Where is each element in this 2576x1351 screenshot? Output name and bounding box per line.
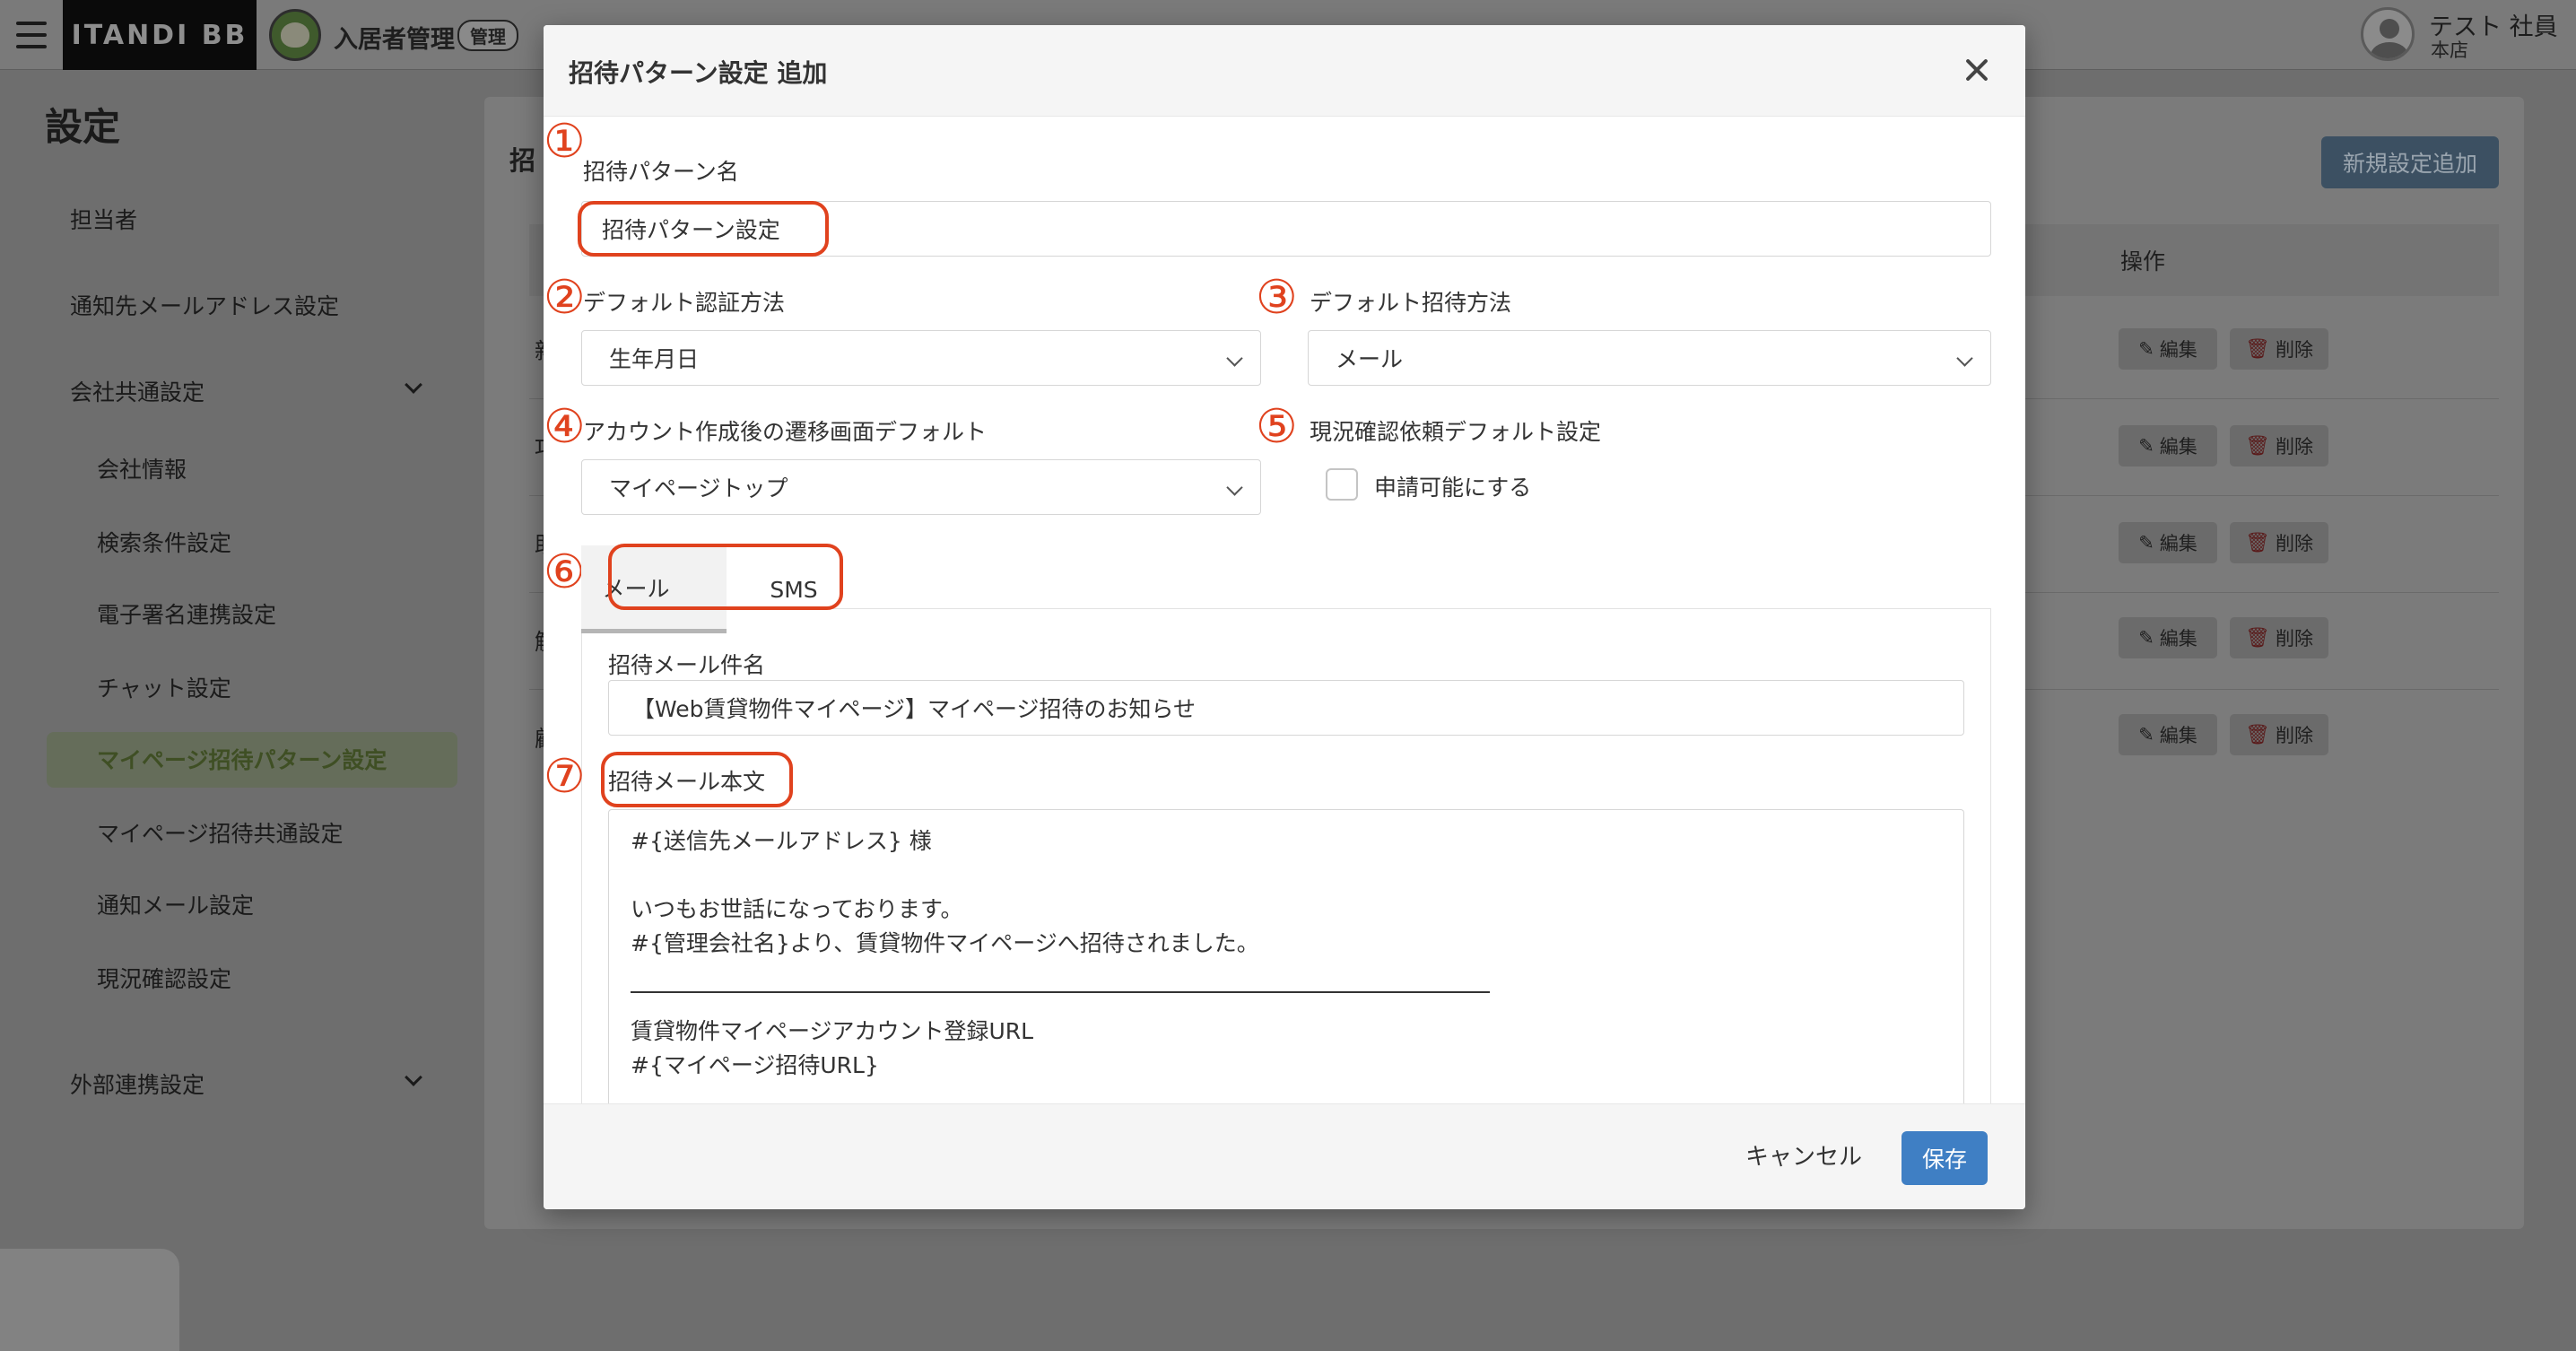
edit-button[interactable]: ✎ 編集 [2119,714,2217,755]
body-label: 招待メール本文 [608,769,766,795]
pencil-icon: ✎ [2138,338,2154,360]
trash-icon: 🗑 [2245,337,2270,361]
user-avatar-icon[interactable] [2361,7,2415,61]
new-setting-button[interactable]: 新規設定追加 [2321,136,2499,188]
annotation-marker-4: ④ [544,400,586,454]
trash-icon: 🗑 [2245,531,2270,554]
sidebar-item-chat[interactable]: チャット設定 [97,671,231,703]
body-divider [631,991,1490,993]
edit-button[interactable]: ✎ 編集 [2119,617,2217,658]
auth-method-label: デフォルト認証方法 [583,290,786,316]
redirect-label: アカウント作成後の遷移画面デフォルト [583,419,988,445]
modal-title: 招待パターン設定 追加 [569,58,828,88]
cancel-button[interactable]: キャンセル [1745,1138,1862,1172]
sidebar-item-search-conditions[interactable]: 検索条件設定 [97,526,231,558]
annotation-marker-3: ③ [1256,271,1298,325]
delete-button[interactable]: 🗑 削除 [2230,617,2328,658]
subject-input[interactable]: 【Web賃貸物件マイページ】マイページ招待のお知らせ [608,680,1964,736]
sidebar-item-staff[interactable]: 担当者 [70,203,137,235]
auth-method-select[interactable]: 生年月日 [581,330,1261,386]
sidebar-item-status-check[interactable]: 現況確認設定 [97,962,231,994]
pencil-icon: ✎ [2138,532,2154,553]
annotation-marker-7: ⑦ [544,750,586,804]
modal-header: 招待パターン設定 追加 [544,25,2025,117]
annotation-marker-5: ⑤ [1256,400,1298,454]
trash-icon: 🗑 [2245,434,2270,458]
modal-footer: キャンセル 保存 [544,1103,2025,1209]
delete-button[interactable]: 🗑 削除 [2230,425,2328,466]
sidebar-title: 設定 [45,105,121,149]
edit-button[interactable]: ✎ 編集 [2119,425,2217,466]
pencil-icon: ✎ [2138,435,2154,457]
sidebar-item-notification-mail[interactable]: 通知メール設定 [97,888,254,920]
sidebar-item-invite-common[interactable]: マイページ招待共通設定 [97,816,344,849]
close-icon[interactable] [1959,52,1995,88]
service-badge: 管理 [457,20,518,51]
status-check-checkbox-label[interactable]: 申請可能にする [1374,470,1531,502]
sidebar-item-notification-email[interactable]: 通知先メールアドレス設定 [70,289,339,321]
redirect-select[interactable]: マイページトップ [581,459,1261,515]
pencil-icon: ✎ [2138,724,2154,745]
hamburger-menu-icon[interactable] [0,0,63,70]
user-store: 本店 [2431,39,2468,61]
delete-button[interactable]: 🗑 削除 [2230,714,2328,755]
delete-button[interactable]: 🗑 削除 [2230,522,2328,563]
chat-widget-tab[interactable] [0,1249,179,1351]
trash-icon: 🗑 [2245,723,2270,746]
delete-button[interactable]: 🗑 削除 [2230,328,2328,370]
subject-label: 招待メール件名 [608,652,766,678]
chevron-down-icon[interactable] [405,376,422,394]
service-name[interactable]: 入居者管理 [334,20,455,55]
chevron-down-icon [1226,350,1243,367]
invite-method-label: デフォルト招待方法 [1310,290,1512,316]
pencil-icon: ✎ [2138,627,2154,649]
chevron-down-icon[interactable] [405,1068,422,1086]
sidebar-item-company-info[interactable]: 会社情報 [97,452,187,484]
body-textarea[interactable]: #{送信先メールアドレス} 様 いつもお世話になっております。 #{管理会社名}… [608,809,1964,1132]
save-button[interactable]: 保存 [1902,1131,1988,1185]
status-check-checkbox[interactable] [1326,468,1358,501]
annotation-marker-6: ⑥ [544,545,586,599]
pattern-name-label: 招待パターン名 [583,159,739,185]
trash-icon: 🗑 [2245,626,2270,649]
annotation-marker-1: ① [544,115,586,169]
content-title: 招 [509,145,536,176]
column-header-actions: 操作 [2120,248,2166,275]
chevron-down-icon [1226,479,1243,496]
sidebar-item-invite-pattern[interactable]: マイページ招待パターン設定 [47,732,457,788]
chevron-down-icon [1956,350,1973,367]
tab-mail[interactable]: メール [581,545,727,633]
sidebar-item-company-common[interactable]: 会社共通設定 [70,375,205,407]
status-check-label: 現況確認依頼デフォルト設定 [1310,419,1602,445]
edit-button[interactable]: ✎ 編集 [2119,328,2217,370]
annotation-marker-2: ② [544,271,586,325]
brand-logo[interactable]: ITANDI BB [63,0,257,70]
sidebar-item-external-integration[interactable]: 外部連携設定 [70,1068,205,1100]
service-mascot-icon [269,9,321,61]
edit-button[interactable]: ✎ 編集 [2119,522,2217,563]
invite-pattern-modal: 招待パターン設定 追加 ① 招待パターン名 招待パターン設定 ② デフォルト認証… [544,25,2025,1209]
invite-method-select[interactable]: メール [1308,330,1991,386]
tab-sms[interactable]: SMS [727,545,861,633]
pattern-name-input[interactable]: 招待パターン設定 [581,201,1991,257]
sidebar-item-e-signature[interactable]: 電子署名連携設定 [97,597,276,630]
